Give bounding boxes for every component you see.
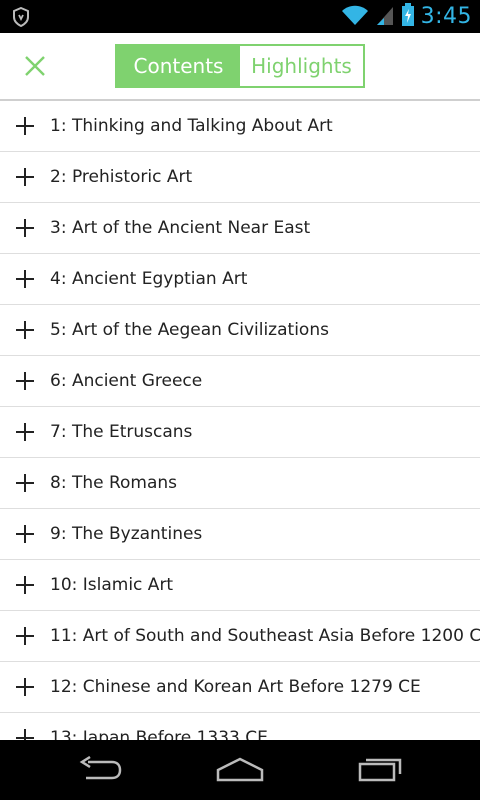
list-item[interactable]: 2: Prehistoric Art (0, 152, 480, 203)
expand-plus-icon[interactable] (16, 117, 34, 135)
wifi-icon (341, 4, 369, 30)
header: Contents Highlights (0, 33, 480, 101)
expand-plus-icon[interactable] (16, 423, 34, 441)
list-item[interactable]: 3: Art of the Ancient Near East (0, 203, 480, 254)
expand-plus-icon[interactable] (16, 729, 34, 740)
expand-plus-icon[interactable] (16, 372, 34, 390)
list-item[interactable]: 9: The Byzantines (0, 509, 480, 560)
status-bar: 3:45 (0, 0, 480, 33)
expand-plus-icon[interactable] (16, 474, 34, 492)
list-item[interactable]: 5: Art of the Aegean Civilizations (0, 305, 480, 356)
segmented-control: Contents Highlights (115, 44, 365, 88)
list-item[interactable]: 10: Islamic Art (0, 560, 480, 611)
list-item[interactable]: 1: Thinking and Talking About Art (0, 101, 480, 152)
signal-icon (375, 4, 395, 30)
expand-plus-icon[interactable] (16, 627, 34, 645)
battery-charging-icon (401, 2, 415, 31)
back-button[interactable] (70, 754, 130, 788)
chapter-title: 9: The Byzantines (50, 524, 203, 544)
close-icon (25, 56, 45, 80)
chapter-title: 10: Islamic Art (50, 575, 174, 595)
chapter-title: 7: The Etruscans (50, 422, 193, 442)
chapter-title: 1: Thinking and Talking About Art (50, 116, 333, 136)
list-item[interactable]: 12: Chinese and Korean Art Before 1279 C… (0, 662, 480, 713)
chapter-title: 12: Chinese and Korean Art Before 1279 C… (50, 677, 421, 697)
expand-plus-icon[interactable] (16, 678, 34, 696)
table-of-contents: 1: Thinking and Talking About Art 2: Pre… (0, 101, 480, 740)
navigation-bar (0, 740, 480, 800)
back-icon (78, 755, 122, 786)
shield-icon (12, 6, 30, 31)
tab-contents[interactable]: Contents (117, 46, 240, 86)
status-time: 3:45 (420, 4, 472, 29)
home-button[interactable] (210, 754, 270, 788)
chapter-title: 2: Prehistoric Art (50, 167, 193, 187)
expand-plus-icon[interactable] (16, 270, 34, 288)
close-button[interactable] (20, 53, 50, 83)
chapter-title: 4: Ancient Egyptian Art (50, 269, 248, 289)
expand-plus-icon[interactable] (16, 168, 34, 186)
list-item[interactable]: 7: The Etruscans (0, 407, 480, 458)
recent-apps-icon (358, 756, 402, 786)
list-item[interactable]: 6: Ancient Greece (0, 356, 480, 407)
recent-apps-button[interactable] (350, 754, 410, 788)
chapter-title: 6: Ancient Greece (50, 371, 203, 391)
chapter-title: 11: Art of South and Southeast Asia Befo… (50, 626, 480, 646)
chapter-title: 3: Art of the Ancient Near East (50, 218, 311, 238)
chapter-title: 8: The Romans (50, 473, 178, 493)
list-item[interactable]: 4: Ancient Egyptian Art (0, 254, 480, 305)
expand-plus-icon[interactable] (16, 219, 34, 237)
list-item[interactable]: 11: Art of South and Southeast Asia Befo… (0, 611, 480, 662)
expand-plus-icon[interactable] (16, 321, 34, 339)
expand-plus-icon[interactable] (16, 525, 34, 543)
list-item[interactable]: 13: Japan Before 1333 CE (0, 713, 480, 740)
tab-highlights[interactable]: Highlights (240, 46, 363, 86)
chapter-title: 13: Japan Before 1333 CE (50, 728, 268, 740)
chapter-title: 5: Art of the Aegean Civilizations (50, 320, 329, 340)
list-item[interactable]: 8: The Romans (0, 458, 480, 509)
home-icon (215, 756, 265, 786)
expand-plus-icon[interactable] (16, 576, 34, 594)
